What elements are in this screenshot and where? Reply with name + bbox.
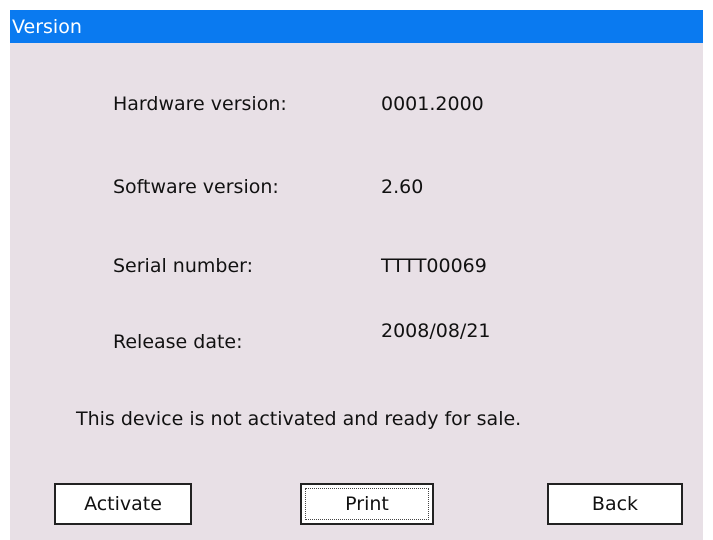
activate-button[interactable]: Activate bbox=[54, 483, 192, 525]
version-dialog: Version Hardware version: 0001.2000 Soft… bbox=[10, 10, 703, 540]
release-date-label: Release date: bbox=[113, 331, 243, 353]
release-date-value: 2008/08/21 bbox=[381, 320, 491, 342]
back-button[interactable]: Back bbox=[547, 483, 683, 525]
software-version-value: 2.60 bbox=[381, 176, 424, 198]
hardware-version-value: 0001.2000 bbox=[381, 93, 484, 115]
title-bar: Version bbox=[10, 10, 703, 43]
serial-number-label: Serial number: bbox=[113, 255, 254, 277]
print-button[interactable]: Print bbox=[300, 483, 434, 525]
software-version-label: Software version: bbox=[113, 176, 279, 198]
window-title: Version bbox=[12, 16, 82, 38]
hardware-version-label: Hardware version: bbox=[113, 93, 287, 115]
serial-number-value: TTTT00069 bbox=[381, 255, 487, 277]
activation-status-message: This device is not activated and ready f… bbox=[76, 408, 522, 430]
